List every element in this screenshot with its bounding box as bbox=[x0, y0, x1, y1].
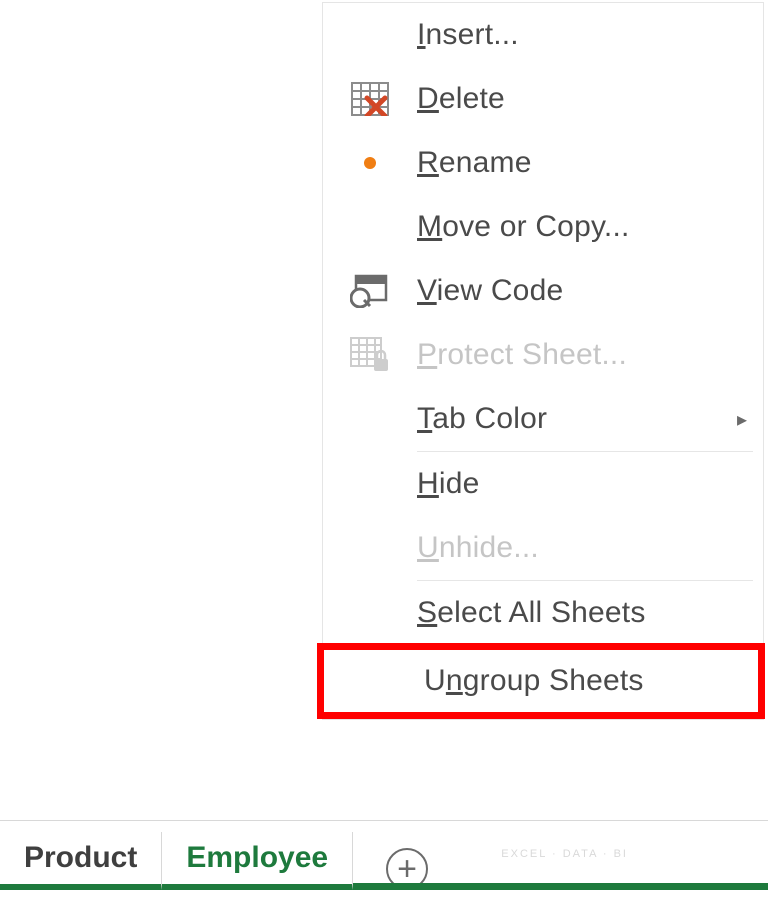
menu-rename[interactable]: Rename bbox=[323, 131, 763, 195]
sheet-tab-employee[interactable]: Employee bbox=[162, 832, 353, 890]
menu-tab-color[interactable]: Tab Color ▸ bbox=[323, 387, 763, 451]
view-code-icon bbox=[323, 274, 417, 308]
sheet-tab-bar: Product Employee + EXCEL · DATA · BI bbox=[0, 820, 768, 890]
menu-unhide: Unhide... bbox=[323, 516, 763, 580]
menu-unhide-label: Unhide... bbox=[417, 531, 539, 565]
menu-protect-sheet-label: Protect Sheet... bbox=[417, 338, 627, 372]
menu-ungroup-sheets[interactable]: Ungroup Sheets bbox=[317, 643, 765, 719]
menu-delete[interactable]: Delete bbox=[323, 67, 763, 131]
menu-ungroup-label: Ungroup Sheets bbox=[424, 664, 644, 698]
menu-rename-label: Rename bbox=[417, 146, 532, 180]
menu-tab-color-label: Tab Color bbox=[417, 402, 547, 436]
watermark-text: EXCEL · DATA · BI bbox=[501, 848, 628, 860]
menu-delete-label: Delete bbox=[417, 82, 505, 116]
menu-protect-sheet: Protect Sheet... bbox=[323, 323, 763, 387]
sheet-tab-product[interactable]: Product bbox=[0, 832, 162, 890]
menu-view-code-label: View Code bbox=[417, 274, 563, 308]
delete-sheet-icon bbox=[323, 82, 417, 116]
menu-hide[interactable]: Hide bbox=[323, 452, 763, 516]
menu-move-copy[interactable]: Move or Copy... bbox=[323, 195, 763, 259]
menu-select-all-label: Select All Sheets bbox=[417, 596, 646, 630]
protect-sheet-icon bbox=[323, 337, 417, 373]
rename-preview-icon bbox=[323, 157, 417, 169]
submenu-arrow-icon: ▸ bbox=[737, 407, 747, 432]
sheet-context-menu: Insert... Delete Rename Move or Copy... bbox=[322, 2, 764, 720]
menu-insert[interactable]: Insert... bbox=[323, 3, 763, 67]
menu-insert-label: Insert... bbox=[417, 18, 519, 52]
menu-move-copy-label: Move or Copy... bbox=[417, 210, 630, 244]
menu-view-code[interactable]: View Code bbox=[323, 259, 763, 323]
sheet-tab-employee-label: Employee bbox=[186, 841, 328, 875]
sheet-tab-product-label: Product bbox=[24, 841, 137, 875]
menu-hide-label: Hide bbox=[417, 467, 480, 501]
menu-select-all-sheets[interactable]: Select All Sheets bbox=[323, 581, 763, 645]
